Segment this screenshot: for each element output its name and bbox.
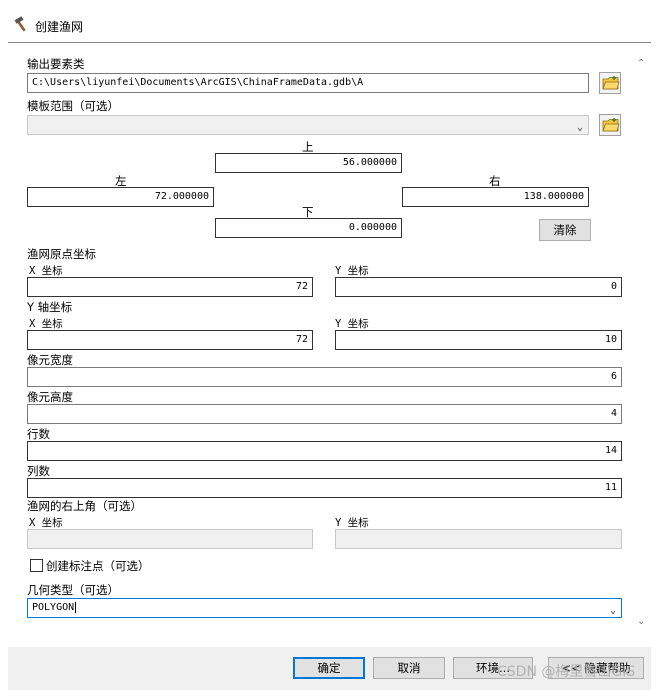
- output-label: 输出要素类: [27, 57, 85, 71]
- scroll-down-icon[interactable]: ⌄: [637, 616, 645, 627]
- corner-y-label: Y 坐标: [335, 517, 369, 529]
- ok-button[interactable]: 确定: [293, 657, 365, 679]
- geometry-value: POLYGON: [32, 602, 75, 613]
- cell-height-field[interactable]: 4: [27, 404, 622, 424]
- yaxis-y-label: Y 坐标: [335, 318, 369, 330]
- geometry-label: 几何类型（可选）: [27, 583, 119, 597]
- cell-width-field[interactable]: 6: [27, 367, 622, 387]
- cols-field[interactable]: 11: [27, 478, 622, 498]
- output-browse-button[interactable]: [599, 72, 621, 94]
- scroll-up-icon[interactable]: ⌃: [637, 58, 645, 69]
- origin-x-field[interactable]: 72: [27, 277, 313, 297]
- geometry-combo[interactable]: POLYGON ⌄: [27, 598, 622, 618]
- extent-top-field[interactable]: 56.000000: [215, 153, 402, 173]
- title-bar[interactable]: 创建渔网: [0, 0, 668, 44]
- corner-x-field[interactable]: [27, 529, 313, 549]
- cancel-button[interactable]: 取消: [373, 657, 445, 679]
- cell-height-label: 像元高度: [27, 390, 73, 404]
- rows-label: 行数: [27, 427, 50, 441]
- chevron-down-icon[interactable]: ⌄: [577, 119, 583, 134]
- corner-y-field[interactable]: [335, 529, 622, 549]
- yaxis-x-label: X 坐标: [29, 318, 63, 330]
- output-field[interactable]: C:\Users\liyunfei\Documents\ArcGIS\China…: [27, 73, 589, 93]
- corner-x-label: X 坐标: [29, 517, 63, 529]
- folder-open-icon: [602, 76, 620, 90]
- window-title: 创建渔网: [35, 20, 84, 34]
- text-cursor: [75, 602, 77, 613]
- origin-x-label: X 坐标: [29, 265, 63, 277]
- folder-open-icon: [602, 118, 620, 132]
- chevron-down-icon[interactable]: ⌄: [610, 602, 616, 617]
- corner-label: 渔网的右上角（可选）: [27, 499, 142, 513]
- yaxis-y-field[interactable]: 10: [335, 330, 622, 350]
- label-points-label: 创建标注点（可选）: [46, 559, 150, 573]
- origin-y-label: Y 坐标: [335, 265, 369, 277]
- template-combo[interactable]: ⌄: [27, 115, 589, 135]
- cols-label: 列数: [27, 464, 50, 478]
- rows-field[interactable]: 14: [27, 441, 622, 461]
- clear-button[interactable]: 清除: [539, 219, 591, 241]
- title-separator: [8, 42, 651, 43]
- extent-bottom-field[interactable]: 0.000000: [215, 218, 402, 238]
- template-label: 模板范围（可选）: [27, 99, 119, 113]
- watermark: CSDN @梅里雪山GIS: [497, 664, 636, 680]
- hammer-icon: [13, 16, 31, 32]
- extent-right-field[interactable]: 138.000000: [402, 187, 589, 207]
- cell-width-label: 像元宽度: [27, 353, 73, 367]
- yaxis-x-field[interactable]: 72: [27, 330, 313, 350]
- origin-label: 渔网原点坐标: [27, 247, 96, 261]
- origin-y-field[interactable]: 0: [335, 277, 622, 297]
- label-points-checkbox[interactable]: [30, 559, 43, 572]
- template-browse-button[interactable]: [599, 114, 621, 136]
- yaxis-label: Y 轴坐标: [27, 300, 73, 314]
- extent-left-field[interactable]: 72.000000: [27, 187, 214, 207]
- scrollbar[interactable]: ⌃ ⌄: [633, 50, 651, 640]
